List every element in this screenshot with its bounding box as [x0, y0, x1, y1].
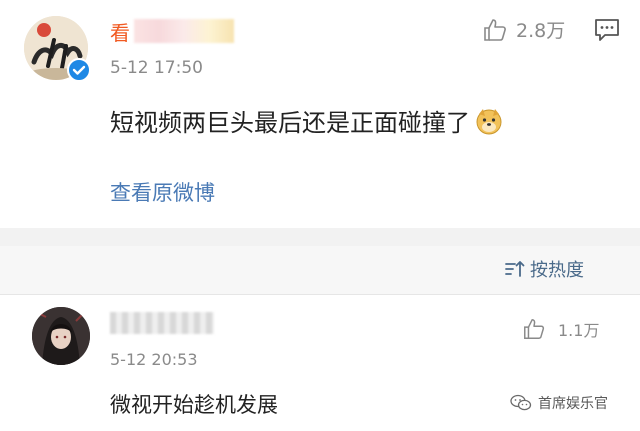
author-name[interactable]: 看	[110, 17, 130, 46]
author-name-redaction	[134, 19, 234, 43]
wechat-icon	[510, 394, 532, 411]
reply-avatar[interactable]	[32, 307, 90, 365]
sort-label: 按热度	[530, 260, 584, 281]
reply-avatar-image	[32, 307, 90, 365]
verified-badge-icon	[67, 58, 91, 82]
section-divider	[0, 228, 640, 246]
thumbs-up-icon	[524, 319, 545, 339]
reply-author-redaction	[110, 312, 214, 334]
post-card: 看 5-12 17:50 2.8万 短视频两巨头最后还是正面碰撞了 查看原微博	[0, 0, 640, 228]
reply-like-count: 1.1万	[558, 321, 600, 340]
post-text: 短视频两巨头最后还是正面碰撞了	[110, 109, 470, 137]
sort-by-hot-button[interactable]: 按热度	[504, 256, 584, 282]
post-like-count: 2.8万	[516, 20, 566, 42]
author-name-row[interactable]: 看	[110, 16, 234, 46]
post-like-button[interactable]: 2.8万	[482, 16, 565, 43]
post-content: 短视频两巨头最后还是正面碰撞了	[110, 103, 504, 138]
doge-emoji-icon	[476, 108, 502, 134]
thumbs-up-icon	[484, 18, 506, 41]
reply-text: 微视开始趁机发展	[110, 393, 278, 417]
comment-button[interactable]	[594, 18, 620, 46]
reply-timestamp: 5-12 20:53	[110, 350, 198, 369]
comment-icon	[595, 19, 619, 41]
reply-like-button[interactable]: 1.1万	[522, 317, 599, 341]
view-original-link[interactable]: 查看原微博	[110, 177, 215, 207]
post-timestamp: 5-12 17:50	[110, 58, 203, 78]
watermark: 首席娱乐官	[510, 393, 608, 413]
watermark-text: 首席娱乐官	[538, 396, 608, 412]
sort-bar: 按热度	[0, 246, 640, 295]
sort-icon	[505, 261, 525, 277]
